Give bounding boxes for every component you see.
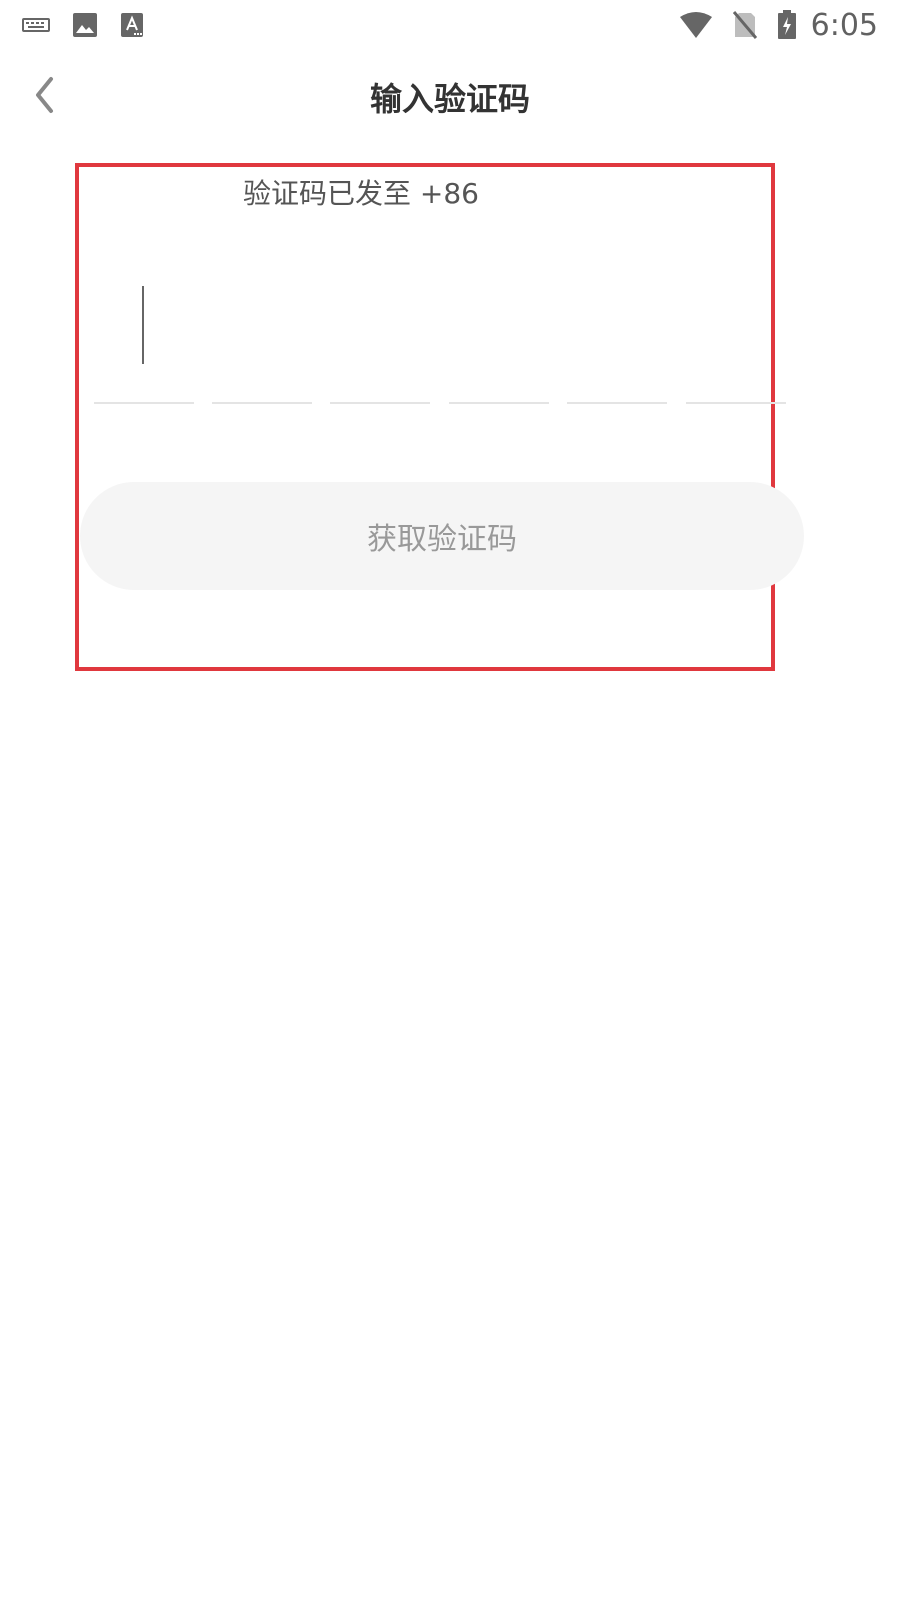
code-digit-box-4[interactable] bbox=[449, 272, 549, 404]
code-digit-box-3[interactable] bbox=[330, 272, 430, 404]
status-left bbox=[22, 12, 166, 38]
status-right: 6:05 bbox=[659, 8, 878, 43]
image-icon bbox=[72, 12, 98, 38]
get-code-button[interactable]: 获取验证码 bbox=[80, 482, 804, 590]
code-digit-box-6[interactable] bbox=[686, 272, 786, 404]
chevron-left-icon bbox=[33, 75, 57, 119]
code-digit-box-5[interactable] bbox=[567, 272, 667, 404]
status-bar: 6:05 bbox=[0, 0, 900, 50]
text-cursor bbox=[142, 286, 144, 364]
highlight-frame bbox=[75, 163, 775, 671]
keyboard-icon bbox=[22, 16, 50, 34]
status-time: 6:05 bbox=[810, 7, 878, 43]
code-sent-to-text: 验证码已发至 +86 bbox=[243, 177, 479, 210]
text-a-icon bbox=[120, 12, 144, 38]
page-title: 输入验证码 bbox=[369, 80, 530, 118]
no-sim-icon bbox=[732, 11, 757, 39]
code-digit-box-1[interactable] bbox=[94, 272, 194, 404]
battery-charging-icon bbox=[777, 10, 797, 40]
back-button[interactable] bbox=[20, 72, 70, 122]
code-digit-box-2[interactable] bbox=[212, 272, 312, 404]
wifi-icon bbox=[679, 11, 713, 39]
header: 输入验证码 bbox=[0, 62, 900, 132]
verification-code-input[interactable] bbox=[94, 272, 788, 404]
